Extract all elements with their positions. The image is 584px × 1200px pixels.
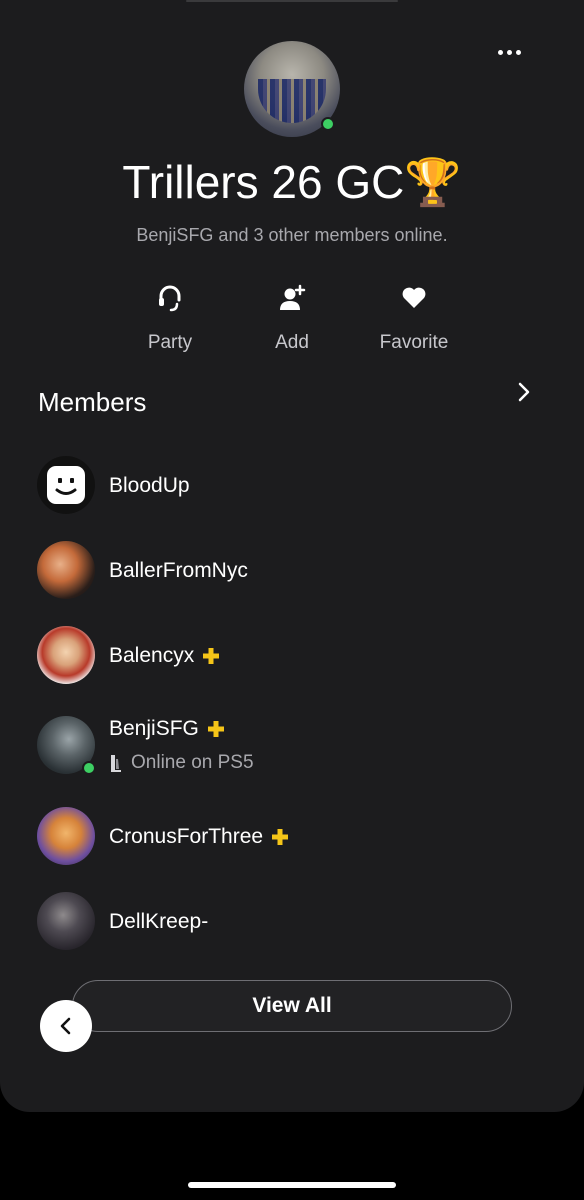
member-status-text: Online on PS5 — [131, 752, 254, 773]
ps5-console-icon — [111, 755, 121, 772]
group-title: Trillers 26 GC🏆 — [122, 156, 462, 208]
member-row-balencyx[interactable]: Balencyx — [37, 626, 537, 686]
party-button[interactable]: Party — [110, 280, 230, 360]
home-indicator[interactable] — [188, 1182, 396, 1188]
more-dot-icon — [506, 49, 512, 55]
member-name: BenjiSFG — [109, 717, 199, 740]
member-row-dellkreep[interactable]: DellKreep- — [37, 892, 537, 952]
group-photo — [258, 79, 326, 123]
more-dot-icon — [515, 49, 521, 55]
member-name-row: CronusForThree — [109, 824, 289, 850]
headset-icon — [159, 285, 181, 312]
online-status-dot — [82, 761, 96, 775]
online-status-dot — [321, 117, 335, 131]
chevron-left-icon — [60, 1017, 71, 1035]
member-name: BloodUp — [109, 474, 190, 497]
add-label: Add — [275, 332, 309, 353]
members-heading: Members — [38, 387, 147, 417]
avatar — [37, 807, 95, 865]
favorite-label: Favorite — [379, 332, 449, 353]
ps-plus-icon — [203, 648, 220, 664]
view-all-button[interactable]: View All — [72, 980, 512, 1032]
member-name-row: BloodUp — [109, 473, 190, 499]
more-dot-icon — [497, 49, 503, 55]
action-bar: Party Add Favorite — [0, 280, 584, 360]
heart-icon — [402, 287, 426, 308]
group-avatar[interactable] — [244, 41, 340, 137]
avatar — [37, 626, 95, 684]
add-button[interactable]: Add — [232, 280, 352, 360]
party-label: Party — [147, 332, 193, 353]
member-status: Online on PS5 — [109, 752, 254, 774]
member-name: DellKreep- — [109, 910, 209, 933]
member-name-row: BallerFromNyc — [109, 558, 248, 584]
ps-plus-icon — [272, 829, 289, 845]
chevron-right-icon[interactable] — [512, 380, 536, 404]
more-options-button[interactable] — [494, 40, 524, 64]
smiley-face-icon — [47, 466, 85, 504]
group-subtitle: BenjiSFG and 3 other members online. — [136, 225, 448, 245]
member-row-cronusforthree[interactable]: CronusForThree — [37, 807, 537, 867]
top-edge — [186, 0, 398, 2]
screen: Trillers 26 GC🏆 BenjiSFG and 3 other mem… — [0, 0, 584, 1200]
member-row-benjisfg[interactable]: BenjiSFG Online on PS5 — [37, 716, 537, 776]
avatar — [37, 541, 95, 599]
group-card: Trillers 26 GC🏆 BenjiSFG and 3 other mem… — [0, 0, 584, 1112]
member-name: Balencyx — [109, 644, 195, 667]
member-name-row: BenjiSFG — [109, 716, 225, 742]
member-row-ballerfromnyc[interactable]: BallerFromNyc — [37, 541, 537, 601]
avatar — [37, 892, 95, 950]
back-button[interactable] — [40, 1000, 92, 1052]
add-person-icon — [280, 284, 306, 310]
member-name-row: DellKreep- — [109, 909, 208, 935]
ps-plus-icon — [207, 721, 224, 737]
member-row-bloodup[interactable]: BloodUp — [37, 456, 537, 516]
favorite-button[interactable]: Favorite — [354, 280, 474, 360]
member-name: BallerFromNyc — [109, 559, 248, 582]
avatar — [37, 456, 95, 514]
member-name: CronusForThree — [109, 825, 264, 848]
member-name-row: Balencyx — [109, 643, 220, 669]
